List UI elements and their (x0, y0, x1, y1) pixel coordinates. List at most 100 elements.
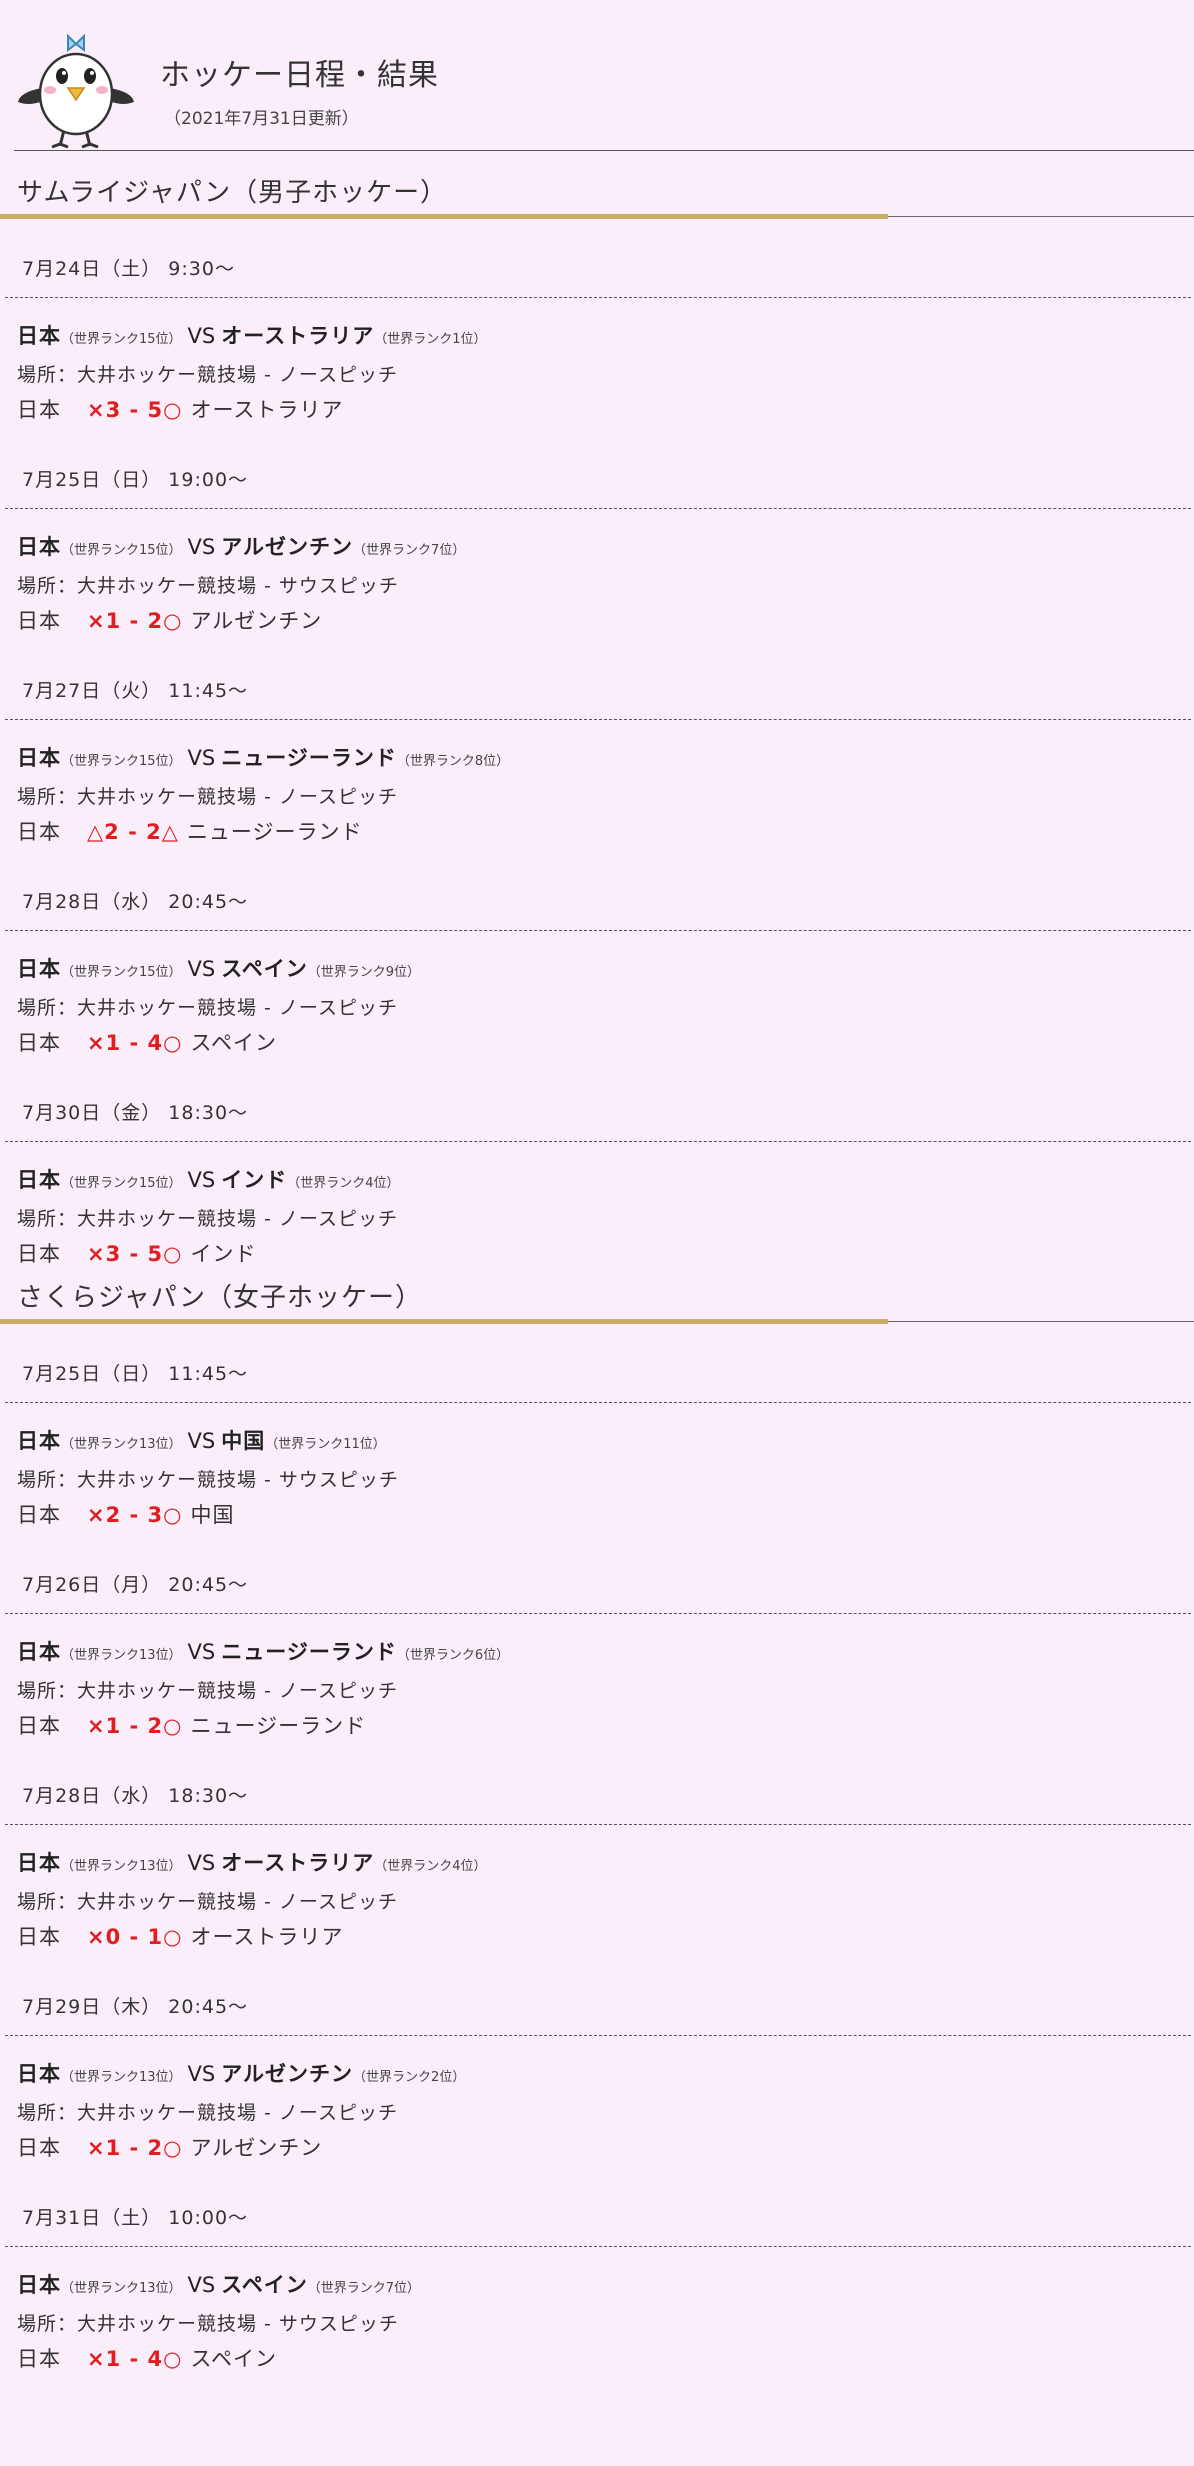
match-divider (5, 719, 1191, 720)
home-team-rank: （世界ランク15位） (61, 754, 182, 769)
header-divider (14, 150, 1194, 151)
section-title: サムライジャパン（男子ホッケー） (17, 178, 448, 208)
away-team: スペイン (221, 2273, 308, 2297)
home-team: 日本 (17, 535, 61, 559)
away-team-rank: （世界ランク4位） (374, 1859, 487, 1874)
result-away-team: オーストラリア (190, 398, 344, 422)
match-result: 日本 ×1 - 2○ アルゼンチン (17, 2132, 322, 2162)
match-date: 7月27日（火） 11:45～ (22, 680, 249, 702)
home-team-rank: （世界ランク13位） (61, 2070, 182, 2085)
result-away-team: オーストラリア (190, 1925, 344, 1949)
match-result: 日本 ×3 - 5○ インド (17, 1238, 256, 1268)
home-team: 日本 (17, 324, 61, 348)
match-date: 7月24日（土） 9:30～ (22, 258, 235, 280)
match-result: 日本 △2 - 2△ ニュージーランド (17, 816, 362, 846)
matchup: 日本（世界ランク13位） VS スペイン（世界ランク7位） (17, 2269, 420, 2299)
away-team: インド (221, 1168, 288, 1192)
match-divider (5, 2246, 1191, 2247)
mascot-bird-icon (18, 33, 134, 149)
result-away-team: アルゼンチン (190, 609, 323, 633)
home-team-rank: （世界ランク13位） (61, 1859, 182, 1874)
result-home-team: 日本 (17, 1925, 61, 1949)
away-team-rank: （世界ランク7位） (353, 543, 466, 558)
result-home-team: 日本 (17, 1503, 61, 1527)
matchup: 日本（世界ランク13位） VS ニュージーランド（世界ランク6位） (17, 1636, 509, 1666)
match-card: 7月26日（月） 20:45～ 日本（世界ランク13位） VS ニュージーランド（世界… (0, 1538, 1194, 1749)
vs-label: VS (187, 1640, 216, 1664)
vs-label: VS (187, 535, 216, 559)
update-date: （2021年7月31日更新） (164, 109, 359, 129)
match-divider (5, 297, 1191, 298)
matchup: 日本（世界ランク13位） VS オーストラリア（世界ランク4位） (17, 1847, 486, 1877)
match-date: 7月30日（金） 18:30～ (22, 1102, 249, 1124)
schedule-section: サムライジャパン（男子ホッケー） 7月24日（土） 9:30～ 日本（世界ランク15… (0, 172, 1194, 1277)
away-team-rank: （世界ランク6位） (396, 1648, 510, 1663)
away-team-rank: （世界ランク7位） (307, 2281, 421, 2296)
vs-label: VS (187, 1168, 216, 1192)
match-score: ×1 - 4○ (87, 1031, 183, 1055)
match-score: ×1 - 2○ (87, 1714, 183, 1738)
match-card: 7月25日（日） 19:00～ 日本（世界ランク15位） VS アルゼンチン（世界ラン… (0, 433, 1194, 644)
match-date: 7月28日（水） 20:45～ (22, 891, 249, 913)
result-away-team: 中国 (190, 1503, 235, 1527)
away-team: アルゼンチン (221, 2062, 354, 2086)
match-score: ×3 - 5○ (87, 398, 183, 422)
matchup: 日本（世界ランク15位） VS スペイン（世界ランク9位） (17, 953, 420, 983)
match-card: 7月25日（日） 11:45～ 日本（世界ランク13位） VS 中国（世界ランク11位… (0, 1327, 1194, 1538)
match-date: 7月25日（日） 11:45～ (22, 1363, 249, 1385)
match-card: 7月31日（土） 10:00～ 日本（世界ランク13位） VS スペイン（世界ランク7… (0, 2171, 1194, 2382)
home-team: 日本 (17, 2273, 61, 2297)
result-away-team: インド (190, 1242, 257, 1266)
matchup: 日本（世界ランク15位） VS アルゼンチン（世界ランク7位） (17, 531, 465, 561)
match-card: 7月24日（土） 9:30～ 日本（世界ランク15位） VS オーストラリア（世界ラン… (0, 222, 1194, 433)
match-date: 7月25日（日） 19:00～ (22, 469, 249, 491)
match-divider (5, 1402, 1191, 1403)
section-divider (0, 1319, 1194, 1327)
match-date: 7月29日（木） 20:45～ (22, 1996, 249, 2018)
match-result: 日本 ×1 - 4○ スペイン (17, 2343, 277, 2373)
vs-label: VS (187, 2062, 216, 2086)
home-team-rank: （世界ランク15位） (61, 332, 182, 347)
vs-label: VS (187, 1851, 216, 1875)
home-team-rank: （世界ランク15位） (61, 1176, 182, 1191)
match-card: 7月28日（水） 20:45～ 日本（世界ランク15位） VS スペイン（世界ランク9… (0, 855, 1194, 1066)
match-venue: 場所：大井ホッケー競技場 - ノースピッチ (17, 997, 398, 1019)
page-header: ホッケー日程・結果 （2021年7月31日更新） (0, 0, 1194, 151)
result-away-team: ニュージーランド (186, 820, 363, 844)
match-score: ×1 - 4○ (87, 2347, 183, 2371)
match-divider (5, 930, 1191, 931)
match-score: △2 - 2△ (87, 820, 179, 844)
result-away-team: スペイン (190, 2347, 278, 2371)
match-venue: 場所：大井ホッケー競技場 - サウスピッチ (17, 575, 399, 597)
schedule-section: さくらジャパン（女子ホッケー） 7月25日（日） 11:45～ 日本（世界ランク13… (0, 1277, 1194, 2382)
vs-label: VS (187, 1429, 216, 1453)
away-team-rank: （世界ランク11位） (265, 1437, 386, 1452)
home-team: 日本 (17, 746, 61, 770)
result-home-team: 日本 (17, 2347, 61, 2371)
away-team-rank: （世界ランク4位） (287, 1176, 400, 1191)
match-result: 日本 ×1 - 2○ アルゼンチン (17, 605, 322, 635)
away-team: 中国 (221, 1429, 266, 1453)
match-divider (5, 1613, 1191, 1614)
result-home-team: 日本 (17, 1031, 61, 1055)
match-result: 日本 ×1 - 2○ ニュージーランド (17, 1710, 366, 1740)
match-score: ×0 - 1○ (87, 1925, 183, 1949)
match-venue: 場所：大井ホッケー競技場 - サウスピッチ (17, 2313, 399, 2335)
match-score: ×1 - 2○ (87, 609, 183, 633)
match-venue: 場所：大井ホッケー競技場 - ノースピッチ (17, 364, 398, 386)
match-result: 日本 ×2 - 3○ 中国 (17, 1499, 234, 1529)
home-team: 日本 (17, 1640, 61, 1664)
home-team-rank: （世界ランク15位） (61, 543, 182, 558)
match-card: 7月30日（金） 18:30～ 日本（世界ランク15位） VS インド（世界ランク4位… (0, 1066, 1194, 1277)
vs-label: VS (187, 957, 216, 981)
result-home-team: 日本 (17, 1242, 61, 1266)
match-result: 日本 ×3 - 5○ オーストラリア (17, 394, 343, 424)
away-team: アルゼンチン (221, 535, 354, 559)
vs-label: VS (187, 324, 216, 348)
match-card: 7月27日（火） 11:45～ 日本（世界ランク15位） VS ニュージーランド（世界… (0, 644, 1194, 855)
match-date: 7月26日（月） 20:45～ (22, 1574, 249, 1596)
match-score: ×3 - 5○ (87, 1242, 183, 1266)
result-home-team: 日本 (17, 2136, 61, 2160)
matchup: 日本（世界ランク15位） VS インド（世界ランク4位） (17, 1164, 400, 1194)
away-team: ニュージーランド (221, 1640, 397, 1664)
